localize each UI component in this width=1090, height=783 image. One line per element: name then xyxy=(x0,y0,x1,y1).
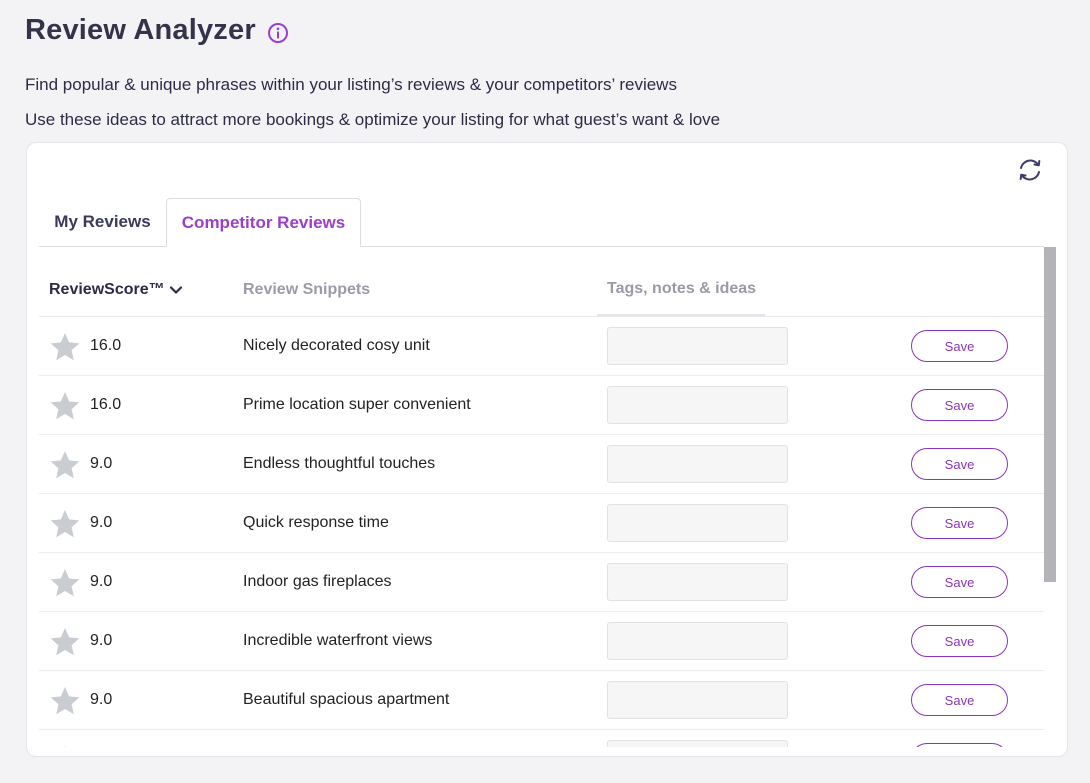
star-icon xyxy=(50,687,80,715)
table-body: 16.0 Nicely decorated cosy unit Save 16.… xyxy=(39,317,1044,747)
review-score: 9.0 xyxy=(90,514,113,531)
table-row: 9.0 Incredible waterfront views Save xyxy=(39,612,1044,671)
review-snippet: Beautiful spacious apartment xyxy=(243,691,450,708)
table-row: Save xyxy=(39,730,1044,747)
star-icon xyxy=(50,628,80,656)
review-snippet: Endless thoughtful touches xyxy=(243,455,436,472)
reviews-table: ReviewScore™ Review Snippets Tags, notes… xyxy=(39,247,1044,747)
table-row: 9.0 Quick response time Save xyxy=(39,494,1044,553)
column-header-divider xyxy=(597,314,765,316)
info-icon[interactable] xyxy=(267,22,289,44)
star-icon xyxy=(50,392,80,420)
table-row: 9.0 Indoor gas fireplaces Save xyxy=(39,553,1044,612)
notes-input[interactable] xyxy=(607,563,788,601)
save-button[interactable]: Save xyxy=(911,625,1008,657)
review-score: 9.0 xyxy=(90,573,113,590)
table-row: 9.0 Endless thoughtful touches Save xyxy=(39,435,1044,494)
review-card: My Reviews Competitor Reviews ReviewScor… xyxy=(26,142,1068,757)
table-row: 9.0 Beautiful spacious apartment Save xyxy=(39,671,1044,730)
refresh-button[interactable] xyxy=(1015,155,1045,185)
notes-input[interactable] xyxy=(607,445,788,483)
review-snippet: Nicely decorated cosy unit xyxy=(243,337,430,354)
notes-input[interactable] xyxy=(607,327,788,365)
save-button[interactable]: Save xyxy=(911,448,1008,480)
notes-input[interactable] xyxy=(607,504,788,542)
table-row: 16.0 Nicely decorated cosy unit Save xyxy=(39,317,1044,376)
save-button[interactable]: Save xyxy=(911,743,1008,747)
page-title: Review Analyzer xyxy=(25,14,256,46)
column-header-tags: Tags, notes & ideas xyxy=(607,280,757,297)
review-snippet: Quick response time xyxy=(243,514,389,531)
column-header-score-label: ReviewScore™ xyxy=(49,281,165,298)
review-score: 9.0 xyxy=(90,632,113,649)
review-tabs: My Reviews Competitor Reviews xyxy=(39,198,1044,247)
notes-input[interactable] xyxy=(607,740,788,747)
column-header-snippets: Review Snippets xyxy=(243,281,371,298)
review-score: 16.0 xyxy=(90,396,122,413)
review-snippet: Prime location super convenient xyxy=(243,396,471,413)
notes-input[interactable] xyxy=(607,386,788,424)
save-button[interactable]: Save xyxy=(911,330,1008,362)
save-button[interactable]: Save xyxy=(911,566,1008,598)
review-score: 9.0 xyxy=(90,455,113,472)
star-icon xyxy=(50,333,80,361)
scrollbar-thumb[interactable] xyxy=(1044,247,1056,582)
review-score: 9.0 xyxy=(90,691,113,708)
notes-input[interactable] xyxy=(607,622,788,660)
star-icon xyxy=(50,451,80,479)
star-icon xyxy=(64,746,66,747)
notes-input[interactable] xyxy=(607,681,788,719)
page-header: Review Analyzer xyxy=(25,14,289,47)
chevron-down-icon xyxy=(169,283,183,297)
column-header-score[interactable]: ReviewScore™ xyxy=(49,281,183,299)
star-icon xyxy=(50,510,80,538)
description-line-1: Find popular & unique phrases within you… xyxy=(25,75,677,94)
description-line-2: Use these ideas to attract more bookings… xyxy=(25,110,721,129)
tab-competitor-reviews[interactable]: Competitor Reviews xyxy=(166,198,361,247)
save-button[interactable]: Save xyxy=(911,389,1008,421)
table-row: 16.0 Prime location super convenient Sav… xyxy=(39,376,1044,435)
tab-my-reviews[interactable]: My Reviews xyxy=(39,198,166,246)
save-button[interactable]: Save xyxy=(911,507,1008,539)
review-score: 16.0 xyxy=(90,337,122,354)
save-button[interactable]: Save xyxy=(911,684,1008,716)
review-snippet: Indoor gas fireplaces xyxy=(243,573,392,590)
review-snippet: Incredible waterfront views xyxy=(243,632,433,649)
refresh-icon xyxy=(1019,159,1041,181)
table-header: ReviewScore™ Review Snippets Tags, notes… xyxy=(39,247,1044,317)
star-icon xyxy=(50,569,80,597)
